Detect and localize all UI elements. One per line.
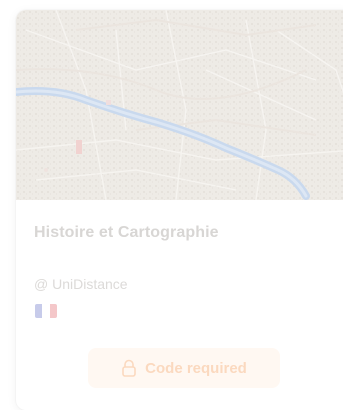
- course-card[interactable]: Histoire et Cartographie @ UniDistance C…: [16, 10, 343, 410]
- lock-icon: [121, 359, 137, 377]
- map-thumbnail: [16, 10, 343, 200]
- code-required-button[interactable]: Code required: [88, 348, 280, 388]
- map-image: [16, 10, 343, 200]
- organization-name: @ UniDistance: [34, 276, 128, 292]
- code-required-label: Code required: [145, 359, 247, 377]
- course-title: Histoire et Cartographie: [34, 224, 219, 241]
- france-flag-icon: [35, 304, 57, 318]
